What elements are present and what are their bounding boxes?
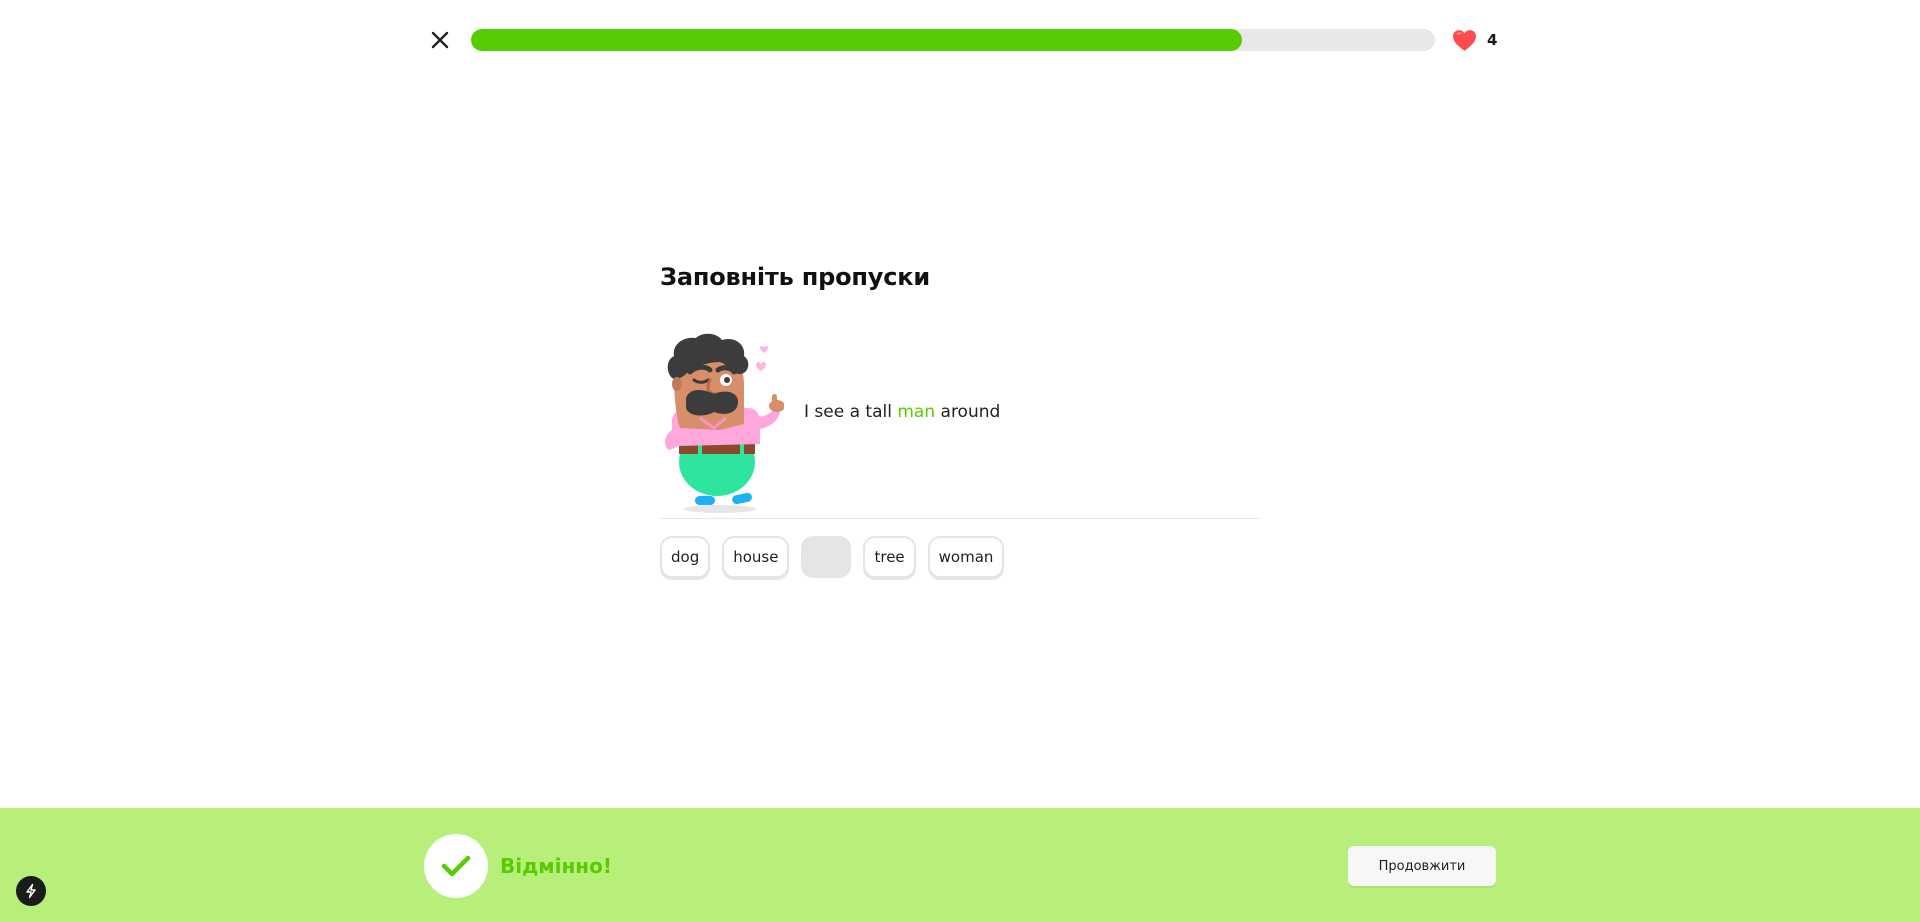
word-tile-used-slot bbox=[801, 536, 852, 578]
check-badge bbox=[424, 834, 488, 898]
heart-icon bbox=[1453, 29, 1476, 51]
filled-blank-word[interactable]: man bbox=[897, 402, 935, 422]
sentence-before: I see a tall bbox=[804, 401, 898, 422]
word-tile[interactable]: woman bbox=[927, 536, 1005, 578]
close-icon bbox=[431, 31, 449, 49]
exercise-area: Заповніть пропуски I see a tall man arou… bbox=[660, 255, 1260, 578]
hearts-count: 4 bbox=[1487, 31, 1498, 49]
continue-button[interactable]: Продовжити bbox=[1348, 846, 1496, 886]
close-button[interactable] bbox=[428, 28, 452, 52]
lesson-progress-fill bbox=[471, 29, 1243, 51]
mustached-man-character bbox=[664, 333, 784, 513]
feedback-message: Відмінно! bbox=[500, 854, 612, 878]
word-tile[interactable]: tree bbox=[863, 536, 916, 578]
lightning-button[interactable] bbox=[16, 876, 46, 906]
lightning-icon bbox=[26, 883, 36, 899]
sentence: I see a tall man around bbox=[804, 332, 1000, 491]
word-tile[interactable]: dog bbox=[660, 536, 711, 578]
sentence-after: around bbox=[935, 401, 1001, 422]
lesson-header: 4 bbox=[0, 0, 1920, 80]
lesson-progress-bar bbox=[471, 29, 1435, 51]
word-tile[interactable]: house bbox=[722, 536, 790, 578]
prompt-row: I see a tall man around bbox=[660, 332, 1260, 515]
hearts-counter: 4 bbox=[1452, 27, 1497, 53]
word-bank: dog house tree woman bbox=[660, 536, 1260, 578]
exercise-title: Заповніть пропуски bbox=[660, 263, 930, 291]
feedback-footer: Відмінно! Продовжити bbox=[0, 808, 1920, 922]
check-icon bbox=[441, 855, 471, 877]
divider bbox=[660, 518, 1260, 519]
